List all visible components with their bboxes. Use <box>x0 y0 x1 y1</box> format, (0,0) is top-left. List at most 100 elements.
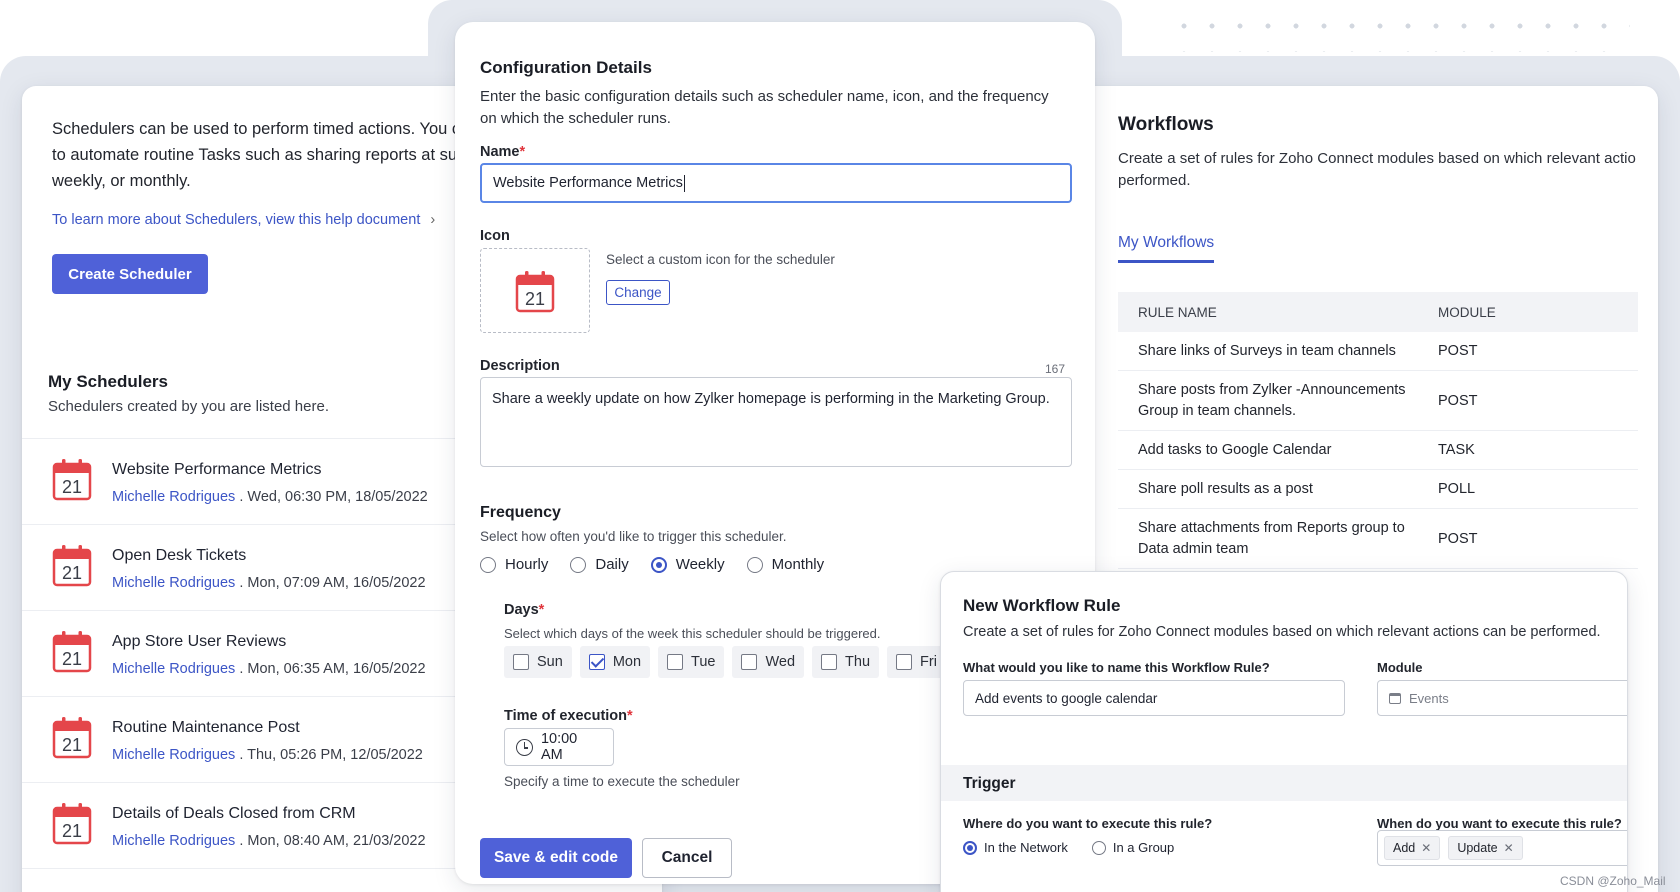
my-schedulers-subtitle: Schedulers created by you are listed her… <box>48 398 329 415</box>
frequency-option-weekly[interactable]: Weekly <box>650 556 725 573</box>
chevron-right-icon: › <box>430 212 436 228</box>
scheduler-meta: Michelle Rodrigues . Mon, 06:35 AM, 16/0… <box>112 661 426 677</box>
days-label-text: Days <box>504 602 539 618</box>
day-label: Wed <box>765 654 796 670</box>
schedulers-intro: Schedulers can be used to perform timed … <box>52 120 470 190</box>
module-cell: POLL <box>1438 481 1476 497</box>
frequency-title: Frequency <box>480 504 561 521</box>
name-value: Website Performance Metrics <box>493 175 683 191</box>
scheduler-author[interactable]: Michelle Rodrigues <box>112 661 235 677</box>
radio-button[interactable] <box>650 556 667 573</box>
scheduler-datetime: . Mon, 06:35 AM, 16/05/2022 <box>235 661 426 677</box>
day-selector: Sun Mon Tue Wed Thu Fri <box>504 646 946 678</box>
when-tag[interactable]: Add ✕ <box>1384 836 1441 860</box>
create-scheduler-button[interactable]: Create Scheduler <box>52 254 208 294</box>
scheduler-author[interactable]: Michelle Rodrigues <box>112 575 235 591</box>
day-chip-wed[interactable]: Wed <box>732 646 805 678</box>
save-edit-code-button[interactable]: Save & edit code <box>480 838 632 878</box>
day-chip-sun[interactable]: Sun <box>504 646 572 678</box>
scheduler-datetime: . Mon, 07:09 AM, 16/05/2022 <box>235 575 426 591</box>
radio-label: Weekly <box>675 556 725 573</box>
icon-label: Icon <box>480 228 510 244</box>
description-textarea[interactable]: Share a weekly update on how Zylker home… <box>480 377 1072 467</box>
table-row[interactable]: Share links of Surveys in team channels P… <box>1118 332 1638 371</box>
radio-button[interactable] <box>1091 840 1106 855</box>
day-chip-fri[interactable]: Fri <box>887 646 946 678</box>
radio-button[interactable] <box>570 556 587 573</box>
close-icon[interactable]: ✕ <box>1504 841 1514 855</box>
cancel-button[interactable]: Cancel <box>642 838 732 878</box>
help-document-link[interactable]: To learn more about Schedulers, view thi… <box>52 212 435 228</box>
character-counter: 167 <box>1045 362 1066 376</box>
checkbox[interactable] <box>588 654 605 670</box>
checkbox[interactable] <box>821 654 838 670</box>
radio-button[interactable] <box>963 840 977 855</box>
when-tag[interactable]: Update ✕ <box>1448 836 1523 860</box>
calendar-icon: 21 <box>52 545 92 587</box>
scheduler-title: Routine Maintenance Post <box>112 719 300 736</box>
where-option[interactable]: In the Network <box>963 840 1068 855</box>
calendar-day: 21 <box>62 477 82 497</box>
time-picker[interactable]: 10:00 AM <box>504 728 614 766</box>
checkbox[interactable] <box>896 654 913 670</box>
table-row[interactable]: Share posts from Zylker -Announcements G… <box>1118 371 1638 431</box>
where-option[interactable]: In a Group <box>1091 840 1174 855</box>
scheduler-meta: Michelle Rodrigues . Wed, 06:30 PM, 18/0… <box>112 489 428 505</box>
radio-button[interactable] <box>480 556 496 573</box>
scheduler-meta: Michelle Rodrigues . Mon, 08:40 AM, 21/0… <box>112 833 426 849</box>
table-body: Share links of Surveys in team channels P… <box>1118 332 1638 569</box>
scheduler-author[interactable]: Michelle Rodrigues <box>112 747 235 763</box>
radio-label: Monthly <box>771 556 825 573</box>
calendar-icon: 21 <box>52 631 92 673</box>
table-row[interactable]: Add tasks to Google Calendar TASK <box>1118 431 1638 470</box>
scheduler-meta: Michelle Rodrigues . Thu, 05:26 PM, 12/0… <box>112 747 423 763</box>
module-select[interactable]: Events <box>1377 680 1627 716</box>
when-tags-input[interactable]: Add ✕ Update ✕ <box>1377 830 1627 866</box>
frequency-options: Hourly Daily Weekly Monthly <box>480 556 824 573</box>
day-chip-tue[interactable]: Tue <box>658 646 725 678</box>
checkbox[interactable] <box>741 654 758 670</box>
frequency-option-hourly[interactable]: Hourly <box>480 556 548 573</box>
new-rule-title: New Workflow Rule <box>963 596 1121 615</box>
scheduler-author[interactable]: Michelle Rodrigues <box>112 489 235 505</box>
when-label: When do you want to execute this rule? <box>1377 816 1622 831</box>
table-row[interactable]: Share poll results as a post POLL <box>1118 470 1638 509</box>
calendar-day: 21 <box>525 289 545 309</box>
required-mark: * <box>538 602 545 618</box>
required-mark: * <box>519 144 526 160</box>
close-icon[interactable]: ✕ <box>1421 841 1431 855</box>
table-row[interactable]: Share attachments from Reports group to … <box>1118 509 1638 569</box>
scheduler-datetime: . Mon, 08:40 AM, 21/03/2022 <box>235 833 426 849</box>
name-label: Name* <box>480 144 525 160</box>
calendar-icon: 21 <box>52 717 92 759</box>
trigger-title: Trigger <box>963 775 1016 792</box>
rule-name-cell: Add tasks to Google Calendar <box>1138 441 1332 458</box>
new-rule-description: Create a set of rules for Zoho Connect m… <box>963 624 1601 640</box>
frequency-option-daily[interactable]: Daily <box>570 556 629 573</box>
scheduler-author[interactable]: Michelle Rodrigues <box>112 833 235 849</box>
calendar-day: 21 <box>62 735 82 755</box>
tab-my-workflows[interactable]: My Workflows <box>1118 234 1215 263</box>
calendar-small-icon <box>1389 692 1401 704</box>
day-chip-mon[interactable]: Mon <box>579 646 651 678</box>
rule-name-cell: Share posts from Zylker -Announcements G… <box>1138 381 1406 419</box>
calendar-day: 21 <box>62 563 82 583</box>
checkbox[interactable] <box>513 654 529 670</box>
radio-button[interactable] <box>746 556 763 573</box>
rule-name-cell: Share attachments from Reports group to … <box>1138 519 1405 557</box>
help-link-label[interactable]: To learn more about Schedulers, view thi… <box>52 212 420 228</box>
change-icon-button[interactable]: Change <box>606 280 670 305</box>
calendar-icon: 21 <box>515 271 555 313</box>
time-hint: Specify a time to execute the scheduler <box>504 774 740 789</box>
scheduler-name-input[interactable]: Website Performance Metrics <box>480 163 1072 203</box>
scheduler-title: Website Performance Metrics <box>112 461 322 478</box>
checkbox[interactable] <box>667 654 684 670</box>
rule-name-input[interactable]: Add events to google calendar <box>963 680 1345 716</box>
time-label-text: Time of execution <box>504 708 628 724</box>
frequency-option-monthly[interactable]: Monthly <box>746 556 825 573</box>
radio-label: In the Network <box>984 840 1068 855</box>
day-chip-thu[interactable]: Thu <box>812 646 880 678</box>
icon-picker[interactable]: 21 <box>480 248 590 333</box>
workflows-description: Create a set of rules for Zoho Connect m… <box>1118 150 1636 189</box>
calendar-day: 21 <box>62 821 82 841</box>
